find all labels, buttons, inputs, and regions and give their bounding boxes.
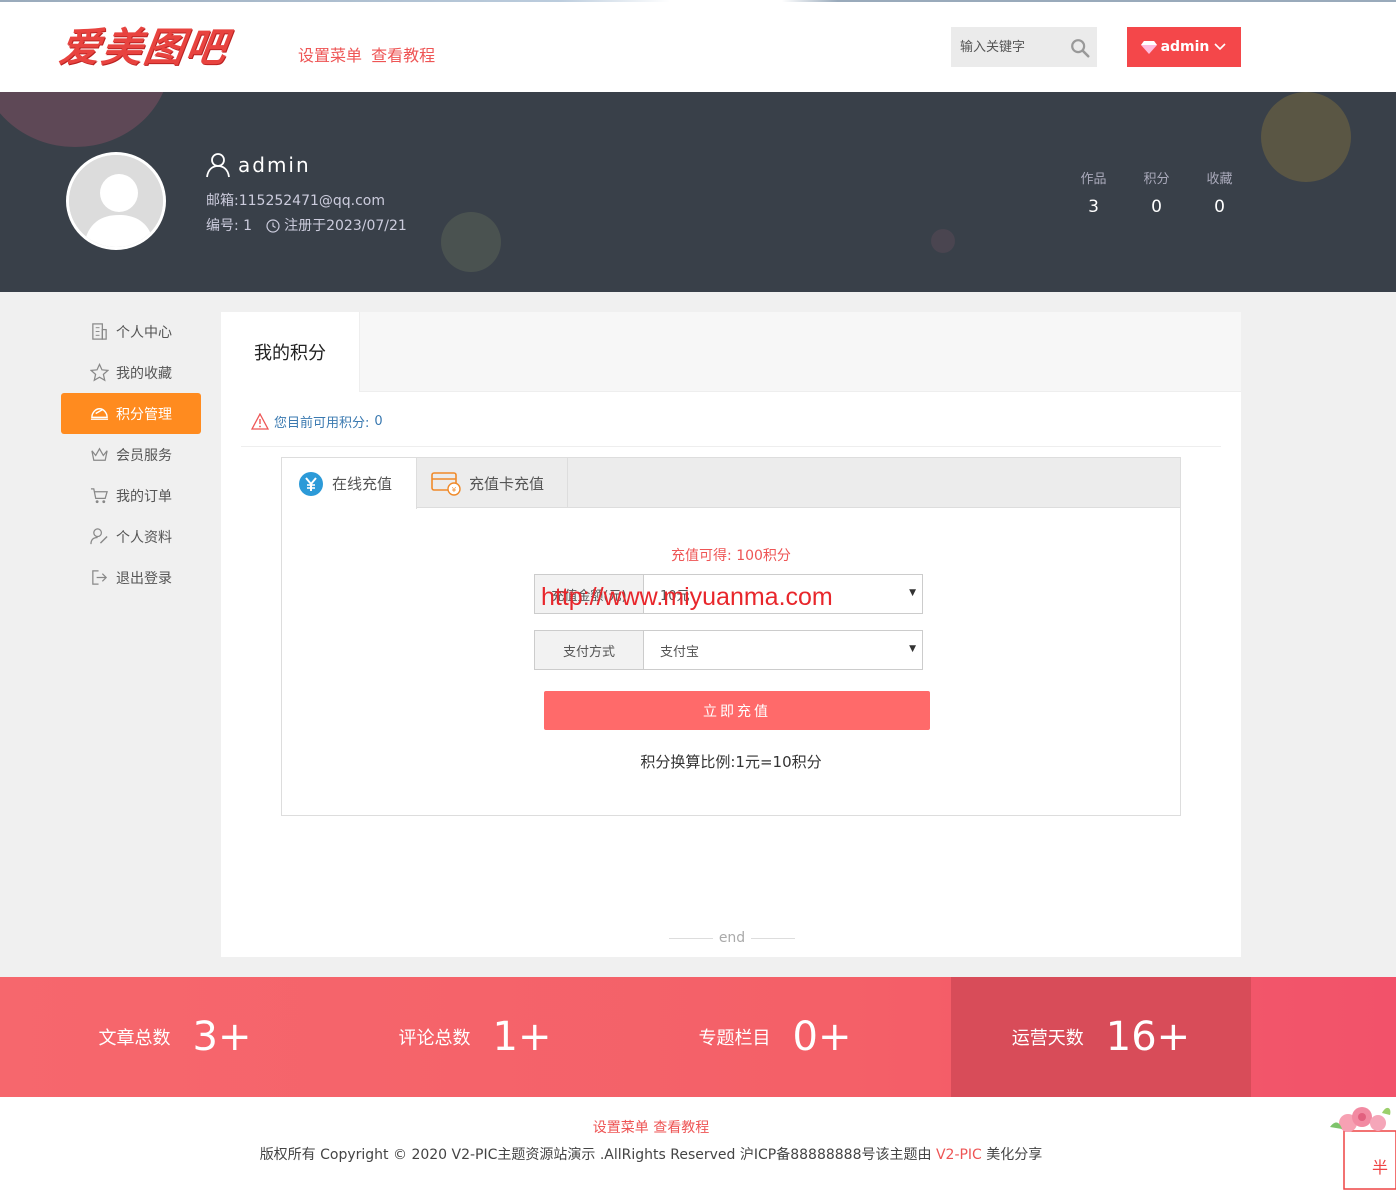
site-logo[interactable]: 爱美图吧 — [57, 24, 265, 72]
warning-icon — [251, 413, 269, 430]
search-box — [951, 27, 1097, 67]
yen-icon — [299, 471, 323, 496]
diamond-icon — [1140, 41, 1157, 54]
logout-icon — [92, 570, 108, 585]
main-tabbar: 我的积分 — [221, 312, 1241, 392]
cart-icon — [90, 488, 108, 504]
user-meta: 编号: 1 注册于2023/07/21 — [206, 215, 407, 235]
username-row: admin — [206, 152, 311, 178]
username: admin — [238, 153, 311, 177]
end-marker: end — [669, 930, 795, 946]
stat-comments: 评论总数 1+ — [398, 1014, 552, 1060]
sidebar-nav: 个人中心 我的收藏 积分管理 会员服务 我的订单 个人资料 退出登录 — [61, 311, 201, 598]
amount-label: 充值金额(元) — [535, 575, 644, 613]
svg-text:¥: ¥ — [452, 486, 457, 494]
tab-my-points[interactable]: 我的积分 — [221, 312, 360, 392]
profile-stats: 作品 3 积分 0 收藏 0 — [1062, 168, 1251, 217]
footer-menu[interactable]: 设置菜单 查看教程 — [0, 1117, 1302, 1137]
avatar[interactable] — [66, 152, 166, 250]
amount-select[interactable]: 10元 ▼ — [644, 575, 922, 613]
select-caret-icon: ▼ — [909, 644, 916, 654]
stat-articles: 文章总数 3+ — [98, 1014, 252, 1060]
menu-link-settings[interactable]: 设置菜单 — [298, 46, 362, 65]
available-points: 0 — [374, 414, 383, 429]
tab-card-recharge[interactable]: ¥ 充值卡充值 — [417, 458, 568, 508]
decor-bubble — [1261, 92, 1351, 182]
stat-days: 运营天数 16+ — [951, 977, 1251, 1097]
card-icon: ¥ — [431, 472, 461, 496]
gain-text: 充值可得: 100积分 — [671, 548, 791, 564]
points-icon — [90, 408, 109, 420]
sidebar-item-orders[interactable]: 我的订单 — [61, 475, 201, 516]
divider — [241, 446, 1221, 447]
building-icon — [92, 323, 107, 340]
user-id: 编号: 1 — [206, 218, 253, 234]
user-menu-label: admin — [1160, 39, 1210, 55]
site-header: 爱美图吧 设置菜单 查看教程 admin — [0, 2, 1396, 92]
sidebar-item-favorites[interactable]: 我的收藏 — [61, 352, 201, 393]
select-caret-icon: ▼ — [909, 588, 916, 598]
recharge-button[interactable]: 立即充值 — [544, 691, 930, 730]
star-icon — [90, 363, 109, 382]
sidebar-item-vip[interactable]: 会员服务 — [61, 434, 201, 475]
decor-bubble — [931, 229, 955, 253]
sidebar-item-user-center[interactable]: 个人中心 — [61, 311, 201, 352]
register-date: 注册于2023/07/21 — [266, 215, 407, 235]
payment-select[interactable]: 支付宝 ▼ — [644, 631, 922, 669]
flower-decoration-icon[interactable]: 半 — [1328, 1101, 1396, 1191]
main-panel: 我的积分 您目前可用积分: 0 在线充值 ¥ 充值卡充值 充值可得: 100积分… — [221, 312, 1241, 957]
v2pic-link[interactable]: V2-PIC — [936, 1147, 982, 1163]
user-menu-button[interactable]: admin — [1127, 27, 1241, 67]
points-notice: 您目前可用积分: 0 — [251, 412, 383, 431]
stat-works[interactable]: 作品 3 — [1062, 168, 1125, 217]
site-stats-band: 文章总数 3+ 评论总数 1+ 专题栏目 0+ 运营天数 16+ — [0, 977, 1396, 1097]
profile-banner: admin 邮箱:115252471@qq.com 编号: 1 注册于2023/… — [0, 92, 1396, 292]
sidebar-item-points[interactable]: 积分管理 — [61, 393, 201, 434]
payment-row: 支付方式 支付宝 ▼ — [534, 630, 923, 670]
exchange-ratio: 积分换算比例:1元=10积分 — [640, 753, 822, 771]
top-menu: 设置菜单 查看教程 — [298, 42, 439, 66]
recharge-box: 在线充值 ¥ 充值卡充值 充值可得: 100积分 充值金额(元) 10元 ▼ h… — [281, 457, 1181, 816]
copyright: 版权所有 Copyright © 2020 V2-PIC主题资源站演示 .All… — [259, 1147, 1043, 1163]
stat-favorites[interactable]: 收藏 0 — [1188, 168, 1251, 217]
stat-points[interactable]: 积分 0 — [1125, 168, 1188, 217]
crown-icon — [91, 447, 108, 461]
search-input[interactable] — [951, 27, 1061, 67]
tab-online-recharge[interactable]: 在线充值 — [282, 458, 417, 509]
amount-row: 充值金额(元) 10元 ▼ — [534, 574, 923, 614]
payment-label: 支付方式 — [535, 631, 644, 669]
site-footer: 设置菜单 查看教程 版权所有 Copyright © 2020 V2-PIC主题… — [0, 1097, 1396, 1193]
menu-link-tutorial[interactable]: 查看教程 — [371, 46, 435, 65]
sidebar-item-profile[interactable]: 个人资料 — [61, 516, 201, 557]
stat-topics: 专题栏目 0+ — [698, 1014, 852, 1060]
clock-icon — [266, 219, 280, 233]
search-icon[interactable] — [1069, 37, 1091, 59]
recharge-tabs: 在线充值 ¥ 充值卡充值 — [282, 458, 1180, 509]
user-icon — [206, 153, 230, 178]
sidebar-item-logout[interactable]: 退出登录 — [61, 557, 201, 598]
decor-bubble — [441, 212, 501, 272]
chevron-down-icon — [1214, 43, 1226, 51]
decor-bubble — [0, 92, 170, 147]
svg-text:半: 半 — [1372, 1158, 1388, 1177]
user-email: 邮箱:115252471@qq.com — [206, 193, 386, 209]
user-edit-icon — [90, 528, 108, 545]
